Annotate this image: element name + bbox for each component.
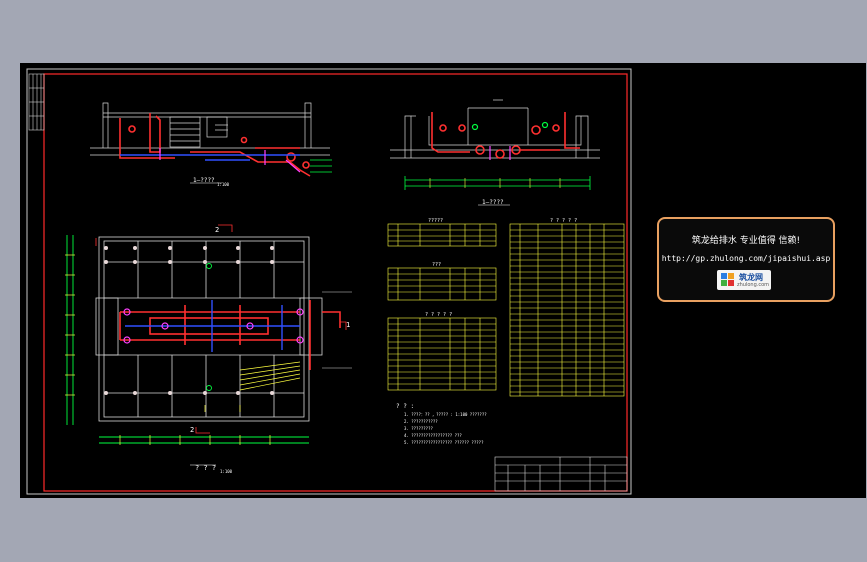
table-3-title: ? ? ? ? ? bbox=[425, 312, 452, 318]
note-line: 2. ??????????? bbox=[404, 419, 438, 424]
plan-view bbox=[65, 224, 352, 466]
binding-strip bbox=[28, 73, 45, 131]
zhulong-logo-domain: zhulong.com bbox=[737, 282, 770, 288]
section-marker-right: 1 bbox=[346, 321, 350, 329]
section-view-1 bbox=[90, 102, 332, 184]
zhulong-logo[interactable]: 筑龙网 zhulong.com bbox=[717, 270, 771, 290]
zhulong-logo-icon bbox=[721, 273, 734, 286]
section-2-label: 1—???? bbox=[482, 199, 504, 206]
table-4-title: ? ? ? ? ? bbox=[550, 218, 577, 224]
note-line: 1. ????：?? ，????? : 1:100 ??????? bbox=[404, 412, 487, 417]
table-2-title: ??? bbox=[432, 262, 441, 268]
note-line: 3. ????????? bbox=[404, 426, 433, 431]
ad-headline: 筑龙给排水 专业值得 信赖! bbox=[691, 236, 801, 246]
title-block bbox=[494, 456, 628, 492]
table-1-title: ????? bbox=[428, 218, 443, 224]
section-view-2 bbox=[390, 99, 600, 206]
zhulong-ad-banner[interactable]: 筑龙给排水 专业值得 信赖! http://gp.zhulong.com/jip… bbox=[657, 217, 835, 302]
ad-url-link[interactable]: http://gp.zhulong.com/jipaishui.asp bbox=[659, 254, 833, 263]
plan-label: ? ? ? bbox=[195, 464, 216, 472]
section-marker-top: 2 bbox=[215, 226, 219, 234]
material-table-1 bbox=[387, 223, 497, 247]
section-1-scale: 1:100 bbox=[217, 182, 230, 187]
note-line: 5. ????????????????? ?????? ????? bbox=[404, 440, 484, 445]
note-line: 4. ????????????????? ??? bbox=[404, 433, 462, 438]
section-1-label: 1—???? bbox=[193, 177, 215, 184]
material-table-4 bbox=[509, 223, 625, 397]
material-table-3 bbox=[387, 317, 497, 391]
notes-title: ? ? : bbox=[396, 403, 414, 410]
sheet-border bbox=[26, 68, 632, 495]
section-marker-bottom: 2 bbox=[190, 426, 194, 434]
cad-application-window: { "drawing": { "section_1_label": "1—???… bbox=[0, 0, 867, 562]
plan-scale: 1:100 bbox=[220, 469, 233, 474]
material-table-2 bbox=[387, 267, 497, 301]
material-table-4-rows bbox=[510, 229, 624, 393]
drawing-frame bbox=[43, 73, 628, 492]
